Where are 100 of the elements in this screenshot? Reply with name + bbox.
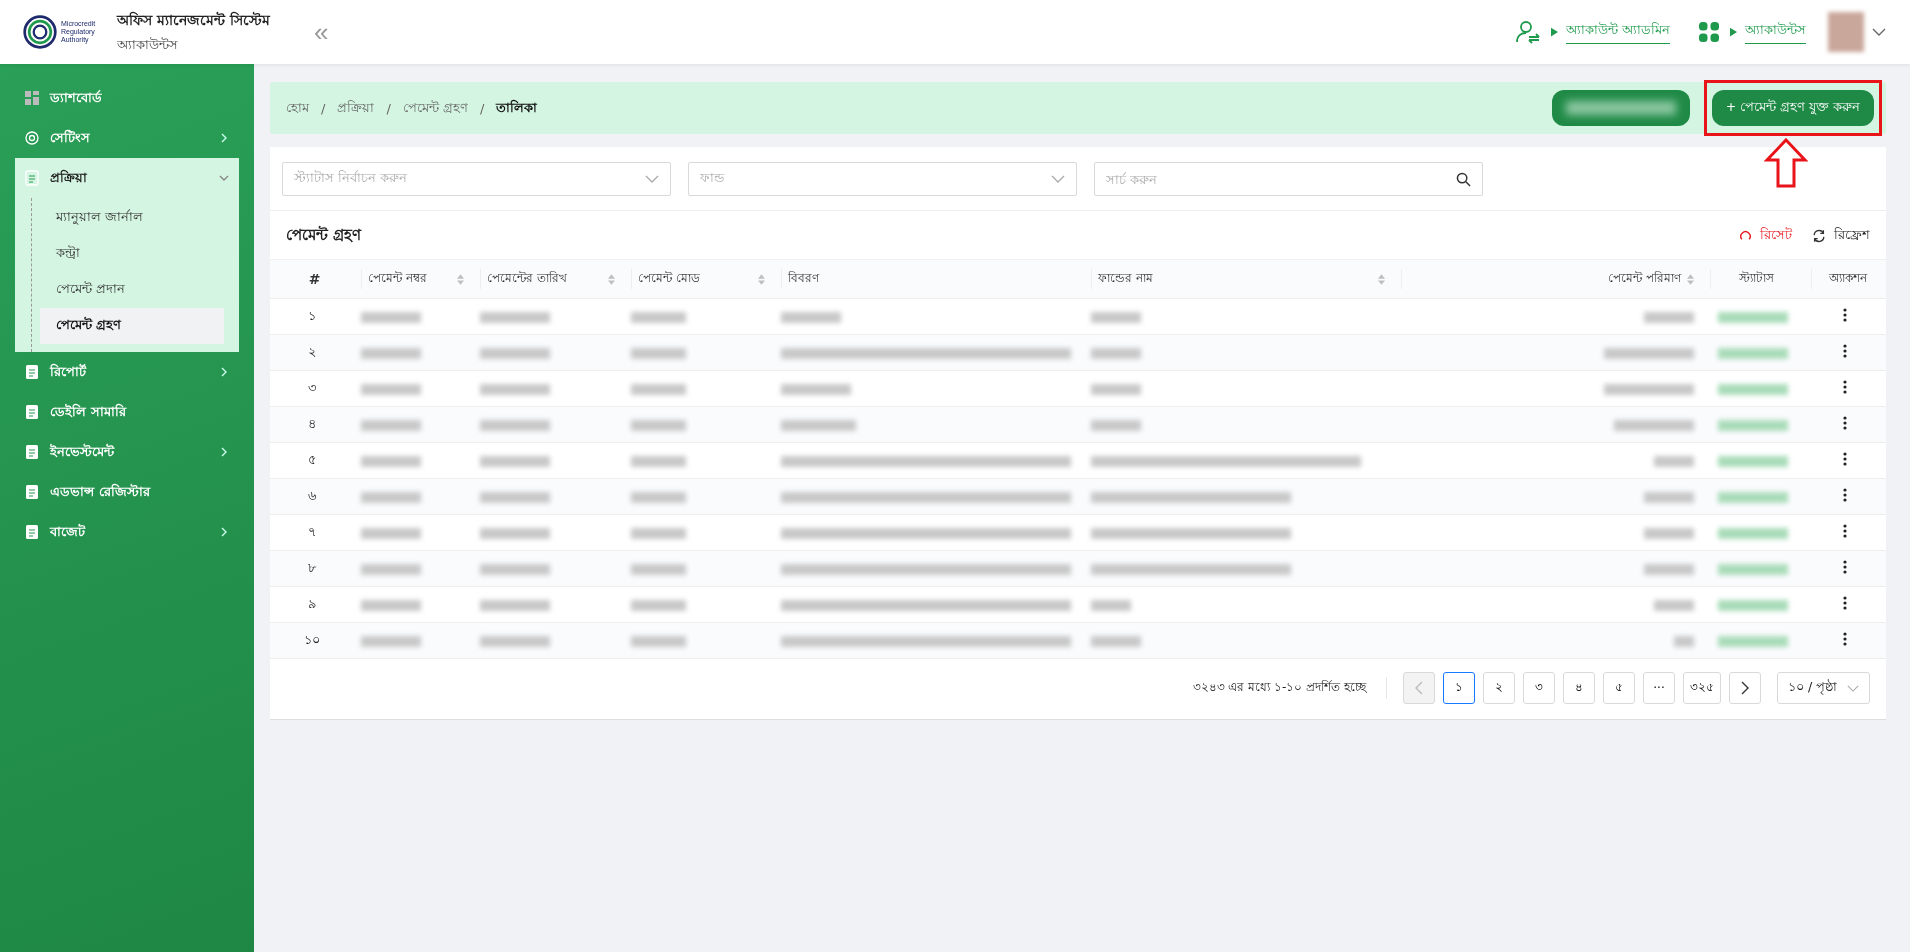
redacted-text xyxy=(1091,600,1131,611)
row-number: ৭ xyxy=(270,514,353,551)
row-number: ৮ xyxy=(270,550,353,587)
redacted-text xyxy=(361,312,421,323)
redacted-text xyxy=(361,456,421,467)
page-size-select[interactable]: ১০ / পৃষ্ঠা xyxy=(1777,672,1870,704)
row-number: ৯ xyxy=(270,586,353,623)
redacted-text xyxy=(361,600,421,611)
chevron-icon xyxy=(219,527,229,537)
redacted-text xyxy=(480,420,550,431)
more-options-icon[interactable] xyxy=(1842,416,1847,430)
redacted-text xyxy=(1717,312,1788,323)
more-options-icon[interactable] xyxy=(1842,308,1847,322)
sidebar-item[interactable]: ইনভেস্টমেন্ট xyxy=(15,432,239,472)
submenu-item[interactable]: পেমেন্ট গ্রহণ xyxy=(40,308,224,344)
search-field[interactable]: সার্চ করুন xyxy=(1094,162,1483,196)
page-button[interactable]: ৩ xyxy=(1523,672,1555,704)
column-header[interactable]: পেমেন্ট মোড xyxy=(623,259,773,299)
refresh-button[interactable]: রিফ্রেশ xyxy=(1812,225,1870,246)
triangle-icon xyxy=(1550,27,1558,37)
column-header[interactable]: পেমেন্ট পরিমাণ xyxy=(1393,259,1702,299)
redacted-text xyxy=(1674,636,1694,647)
page-button[interactable]: ৪ xyxy=(1563,672,1595,704)
redacted-text xyxy=(781,312,841,323)
redacted-text xyxy=(1717,348,1788,359)
redacted-text xyxy=(1717,456,1788,467)
menu-icon xyxy=(24,524,40,540)
page-button[interactable]: ২ xyxy=(1483,672,1515,704)
redacted-text xyxy=(1644,528,1694,539)
redacted-text xyxy=(1717,564,1788,575)
chevron-down-icon[interactable] xyxy=(1872,28,1886,36)
menu-icon xyxy=(24,364,40,380)
add-payment-button[interactable]: + পেমেন্ট গ্রহণ যুক্ত করুন xyxy=(1711,90,1874,126)
more-options-icon[interactable] xyxy=(1842,560,1847,574)
chevron-icon xyxy=(219,173,229,183)
sidebar-item[interactable]: রিপোর্ট xyxy=(15,352,239,392)
more-options-icon[interactable] xyxy=(1842,380,1847,394)
column-header[interactable]: ফান্ডের নাম xyxy=(1083,259,1393,299)
redacted-text xyxy=(480,348,550,359)
submenu-item[interactable]: পেমেন্ট প্রদান xyxy=(40,272,224,308)
grid-icon[interactable] xyxy=(1698,21,1720,43)
row-number: ৫ xyxy=(270,442,353,479)
redacted-text xyxy=(631,348,686,359)
page-button[interactable]: ৫ xyxy=(1603,672,1635,704)
breadcrumb-separator: / xyxy=(479,100,485,116)
redacted-text xyxy=(631,420,686,431)
sidebar-item[interactable]: বাজেট xyxy=(15,512,239,552)
redacted-text xyxy=(361,348,421,359)
row-number: ২ xyxy=(270,334,353,371)
column-header: অ্যাকশন xyxy=(1803,259,1886,299)
reset-button[interactable]: রিসেট xyxy=(1739,225,1792,246)
redacted-text xyxy=(1717,636,1788,647)
breadcrumb-separator: / xyxy=(386,100,391,116)
row-number: ৪ xyxy=(270,406,353,443)
next-page-button[interactable] xyxy=(1729,672,1761,704)
more-options-icon[interactable] xyxy=(1842,632,1847,646)
logo-rings-icon xyxy=(22,14,58,50)
chevron-icon xyxy=(219,367,229,377)
redacted-text xyxy=(631,564,686,575)
breadcrumb-current: তালিকা xyxy=(496,98,538,117)
redacted-text xyxy=(631,528,686,539)
breadcrumb-link[interactable]: হোম xyxy=(286,97,309,119)
app-title: অফিস ম্যানেজমেন্ট সিস্টেম xyxy=(117,10,270,30)
page-button[interactable]: ১ xyxy=(1443,672,1475,704)
more-options-icon[interactable] xyxy=(1842,488,1847,502)
redacted-text xyxy=(361,528,421,539)
user-swap-icon[interactable] xyxy=(1514,19,1541,45)
reset-icon xyxy=(1739,229,1752,242)
sidebar-item[interactable]: ডেইলি সামারি xyxy=(15,392,239,432)
redacted-text xyxy=(1644,564,1694,575)
row-number: ৬ xyxy=(270,478,353,515)
submenu-item[interactable]: কন্ট্রা xyxy=(40,236,224,272)
page-button[interactable]: ··· xyxy=(1643,672,1675,704)
app-subtitle: অ্যাকাউন্টস xyxy=(117,35,180,54)
menu-icon xyxy=(24,404,40,420)
menu-icon xyxy=(24,170,40,186)
more-options-icon[interactable] xyxy=(1842,596,1847,610)
chevron-down-icon xyxy=(1847,684,1859,692)
sidebar-item[interactable]: এডভান্স রেজিস্টার xyxy=(15,472,239,512)
column-header[interactable]: পেমেন্টের তারিখ xyxy=(472,259,623,299)
redacted-text xyxy=(1717,420,1788,431)
redacted-text xyxy=(631,492,686,503)
redacted-button[interactable] xyxy=(1551,90,1690,126)
row-number: ১ xyxy=(270,298,353,335)
redacted-text xyxy=(1717,600,1788,611)
sidebar-item[interactable]: প্রক্রিয়া xyxy=(15,158,239,198)
breadcrumb-link[interactable]: পেমেন্ট গ্রহণ xyxy=(402,97,468,119)
more-options-icon[interactable] xyxy=(1842,452,1847,466)
column-header[interactable]: পেমেন্ট নম্বর xyxy=(353,259,472,299)
breadcrumb-link[interactable]: প্রক্রিয়া xyxy=(337,97,375,119)
redacted-text xyxy=(1717,492,1788,503)
redacted-text xyxy=(1091,636,1141,647)
more-options-icon[interactable] xyxy=(1842,344,1847,358)
nav-link[interactable]: অ্যাকাউন্টস xyxy=(1745,20,1806,44)
redacted-text xyxy=(480,528,550,539)
redacted-text xyxy=(631,456,686,467)
more-options-icon[interactable] xyxy=(1842,524,1847,538)
submenu-item[interactable]: ম্যানুয়াল জার্নাল xyxy=(40,200,224,236)
page-button[interactable]: ৩২৫ xyxy=(1683,672,1721,704)
nav-link[interactable]: অ্যাকাউন্ট অ্যাডমিন xyxy=(1565,20,1670,44)
